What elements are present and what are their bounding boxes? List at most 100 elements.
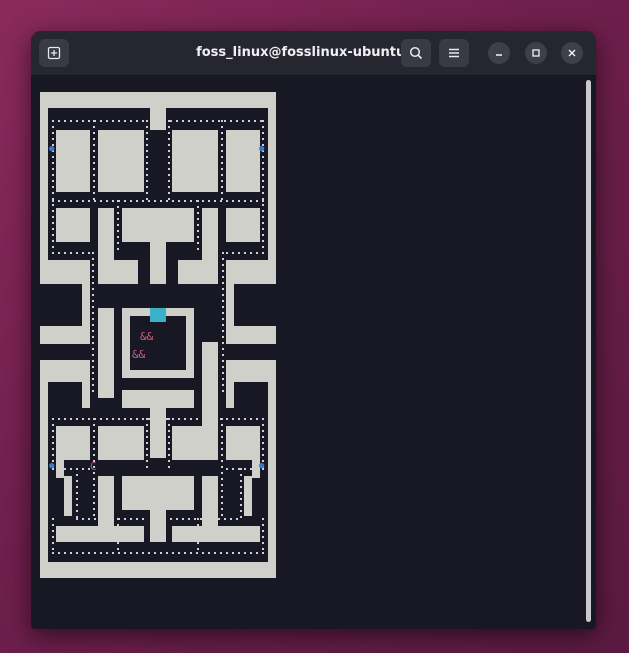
pellet [52,156,54,158]
pellet [93,508,95,510]
pellet [146,436,148,438]
pellet [117,206,119,208]
pellet [58,552,60,554]
pellet [70,468,72,470]
pellet [52,132,54,134]
pellet [136,418,138,420]
pellet [214,200,216,202]
pellet [221,180,223,182]
pellet [64,468,66,470]
pellet [92,258,94,260]
pellet [190,200,192,202]
pellet [52,548,54,550]
pellet [70,552,72,554]
new-tab-button[interactable] [39,39,69,67]
pellet [92,264,94,266]
pellet [58,252,60,254]
pellet [100,552,102,554]
pellet [262,156,264,158]
pellet [82,120,84,122]
pellet [92,312,94,314]
pellet [146,144,148,146]
pellet [168,156,170,158]
pellet [197,230,199,232]
pellet [52,168,54,170]
pellet [222,282,224,284]
pellet [184,418,186,420]
minimize-button[interactable] [488,42,510,64]
pellet [240,492,242,494]
pellet [76,418,78,420]
pellet [94,518,96,520]
pellet [226,252,228,254]
pellet [262,174,264,176]
pellet [58,120,60,122]
pellet [222,300,224,302]
pellet [221,466,223,468]
pellet [168,192,170,194]
pellet [221,472,223,474]
pellet [254,120,256,122]
menu-button[interactable] [439,39,469,67]
pellet [197,242,199,244]
pellet [172,200,174,202]
close-icon [568,49,576,57]
pellet [93,138,95,140]
pellet [106,552,108,554]
pellet [240,480,242,482]
pellet [64,200,66,202]
pellet [106,418,108,420]
pellet [146,156,148,158]
pellet [146,454,148,456]
pellet [221,430,223,432]
pellet [262,126,264,128]
pellet [221,424,223,426]
pacman-player: C [90,460,97,473]
pellet [221,138,223,140]
pellet [256,418,258,420]
scrollbar[interactable] [586,80,591,622]
pellet [58,468,60,470]
pellet [92,360,94,362]
pellet [93,168,95,170]
pellet [93,484,95,486]
pellet [92,354,94,356]
pellet [221,192,223,194]
pellet [206,518,208,520]
pellet [190,418,192,420]
pellet [250,200,252,202]
pellet [82,200,84,202]
pellet [224,518,226,520]
pellet [244,418,246,420]
pellet [221,514,223,516]
pellet [93,192,95,194]
pellet [222,342,224,344]
pellet [82,252,84,254]
pellet [52,430,54,432]
pellet [76,468,78,470]
search-button[interactable] [401,39,431,67]
pellet [118,552,120,554]
close-button[interactable] [561,42,583,64]
pellet [238,468,240,470]
pellet [222,366,224,368]
pellet [168,168,170,170]
pellet [124,418,126,420]
pellet [166,418,168,420]
pellet [106,200,108,202]
pellet [117,524,119,526]
pellet [112,120,114,122]
terminal-window: foss_linux@fosslinux-ubuntu: ~ ● ● ● ● &… [31,31,596,629]
pellet [248,120,250,122]
maximize-button[interactable] [525,42,547,64]
pellet [76,474,78,476]
pellet [146,162,148,164]
pellet [222,306,224,308]
pellet [178,552,180,554]
pellet [52,210,54,212]
pellet [222,360,224,362]
pellet [82,518,84,520]
pellet [221,442,223,444]
pellet [182,120,184,122]
pellet [93,448,95,450]
